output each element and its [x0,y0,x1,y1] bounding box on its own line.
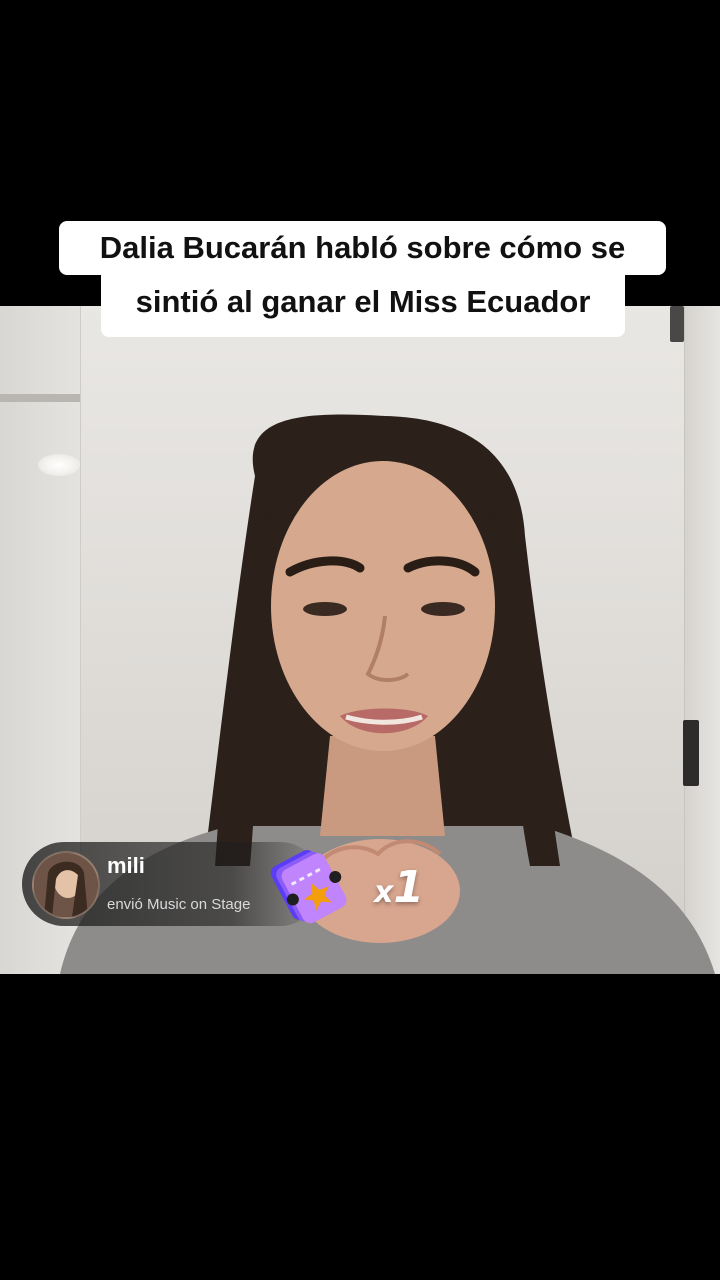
gift-count: x1 [374,862,424,913]
caption-line-2: sintió al ganar el Miss Ecuador [101,275,625,337]
caption-line-1: Dalia Bucarán habló sobre cómo se [59,221,666,275]
gift-sender-username[interactable]: mili [107,853,145,879]
gift-action-text: envió Music on Stage [107,896,251,913]
gift-count-number: 1 [393,862,424,913]
gift-count-prefix: x [374,875,394,910]
avatar-image [34,853,98,917]
avatar[interactable] [32,851,100,919]
video-caption: Dalia Bucarán habló sobre cómo se sintió… [0,0,720,360]
ticket-gift-icon [270,850,347,924]
